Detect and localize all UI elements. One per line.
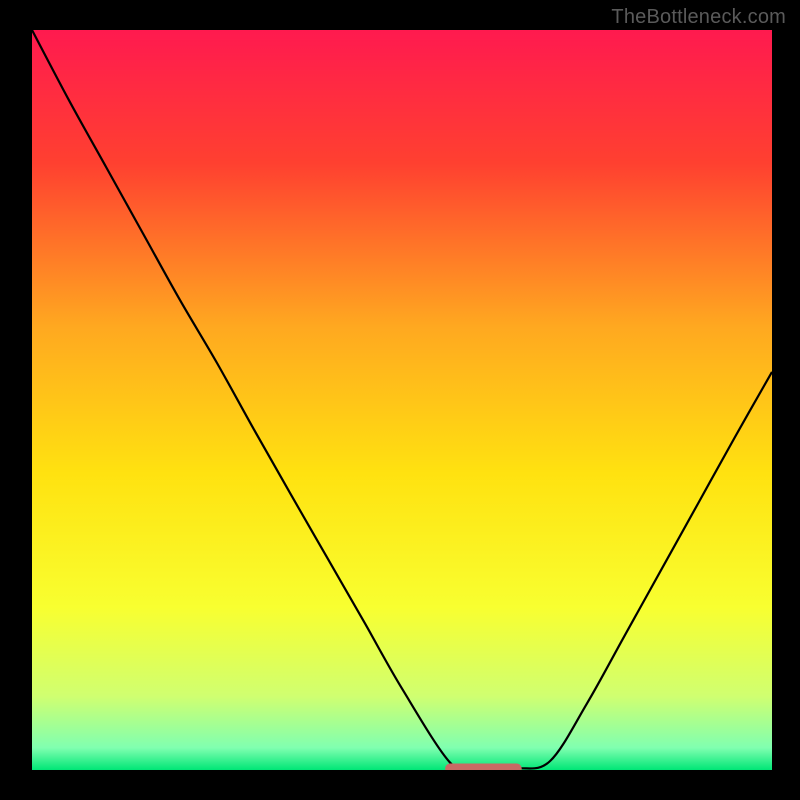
chart-svg	[32, 30, 772, 770]
attribution-text: TheBottleneck.com	[611, 6, 786, 29]
chart-area	[32, 30, 772, 770]
gradient-background	[32, 30, 772, 770]
